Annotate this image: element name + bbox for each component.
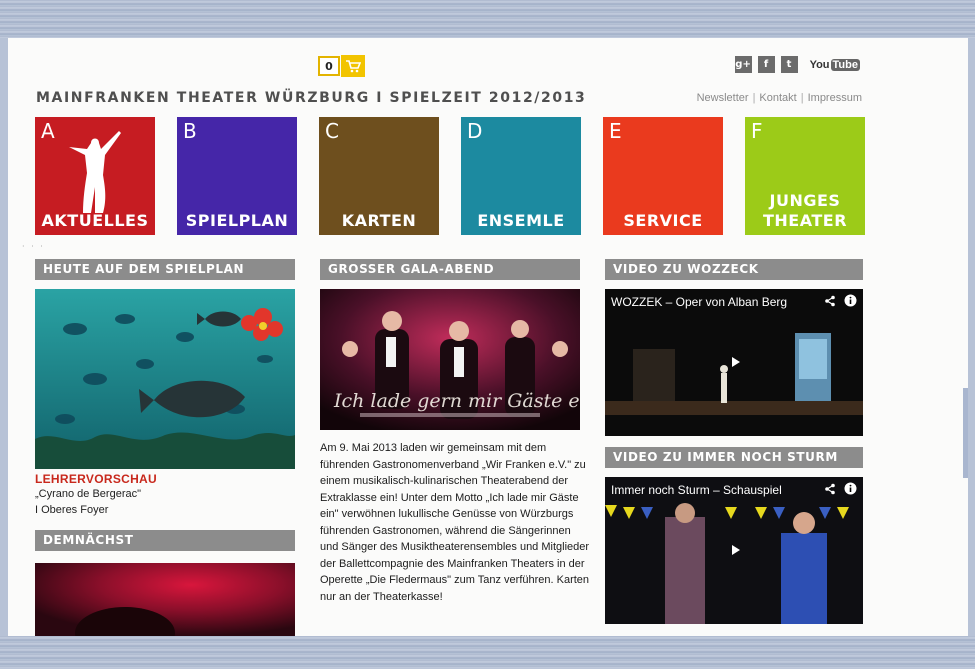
tile-letter: A — [41, 119, 55, 143]
tile-label-line2: THEATER — [762, 211, 848, 230]
website-page: 0 g+ f t You Tube MAINFRANKEN THEATER WÜ… — [8, 38, 968, 636]
dancer-silhouette-icon — [69, 131, 121, 213]
gala-image[interactable]: Ich lade gern mir Gäste ein — [320, 289, 580, 430]
tile-label: SERVICE — [623, 211, 703, 230]
decorative-dots: · · · — [22, 242, 45, 251]
gala-caption-script: Ich lade gern mir Gäste ein — [333, 390, 580, 412]
gala-photo: Ich lade gern mir Gäste ein — [320, 289, 580, 430]
bottom-border-band — [0, 636, 975, 669]
demnaechst-image[interactable] — [35, 563, 295, 636]
lehrervorschau-teaser[interactable]: LEHRERVORSCHAU „Cyrano de Bergerac" I Ob… — [35, 472, 157, 518]
twitter-icon[interactable]: t — [780, 56, 798, 73]
lehrervorschau-title[interactable]: LEHRERVORSCHAU — [35, 472, 157, 486]
video-controls — [824, 294, 857, 311]
meta-links: Newsletter | Kontakt | Impressum — [696, 92, 862, 104]
gala-description: Am 9. Mai 2013 laden wir gemeinsam mit d… — [320, 442, 590, 603]
tile-label: KARTEN — [341, 211, 417, 230]
tile-letter: B — [183, 119, 197, 143]
cyrano-image[interactable] — [35, 289, 295, 469]
nav-tile-karten[interactable]: C KARTEN — [319, 117, 439, 235]
info-icon[interactable] — [844, 482, 857, 499]
play-icon[interactable] — [732, 357, 740, 367]
youtube-icon[interactable]: You Tube — [809, 58, 860, 71]
tile-label: SPIELPLAN — [185, 211, 289, 230]
section-heading-heute: HEUTE AUF DEM SPIELPLAN — [35, 259, 295, 280]
tile-label: JUNGES THEATER — [745, 191, 865, 231]
section-heading-demnaechst: DEMNÄCHST — [35, 530, 295, 551]
site-title[interactable]: MAINFRANKEN THEATER WÜRZBURG I SPIELZEIT… — [36, 90, 586, 106]
video-player-wozzeck[interactable]: WOZZEK – Oper von Alban Berg — [605, 289, 863, 436]
lehrervorschau-location: I Oberes Foyer — [35, 504, 109, 516]
section-heading-video-wozzeck: VIDEO ZU WOZZECK — [605, 259, 863, 280]
share-icon[interactable] — [824, 483, 836, 499]
nav-tile-service[interactable]: E SERVICE — [603, 117, 723, 235]
cart-icon[interactable] — [341, 55, 365, 77]
cart-count: 0 — [318, 56, 340, 76]
video-title: WOZZEK – Oper von Alban Berg — [611, 295, 788, 309]
scrollbar-accent[interactable] — [963, 388, 968, 478]
tile-label-line1: JUNGES — [769, 191, 841, 210]
info-icon[interactable] — [844, 294, 857, 311]
demnaechst-photo — [35, 563, 295, 636]
nav-tile-ensemle[interactable]: D ENSEMLE — [461, 117, 581, 235]
youtube-tube: Tube — [830, 58, 860, 71]
video-title: Immer noch Sturm – Schauspiel — [611, 483, 782, 497]
newsletter-link[interactable]: Newsletter — [697, 92, 749, 104]
tile-letter: D — [467, 119, 483, 143]
video-controls — [824, 482, 857, 499]
underwater-illustration — [35, 289, 295, 469]
section-heading-gala: GROSSER GALA-ABEND — [320, 259, 580, 280]
nav-tile-spielplan[interactable]: B SPIELPLAN — [177, 117, 297, 235]
video-player-immer-noch-sturm[interactable]: Immer noch Sturm – Schauspiel — [605, 477, 863, 624]
google-plus-icon[interactable]: g+ — [734, 56, 752, 73]
tile-label: AKTUELLES — [41, 211, 149, 230]
social-links: g+ f t You Tube — [734, 56, 860, 73]
tile-label: ENSEMLE — [477, 211, 565, 230]
nav-tile-aktuelles[interactable]: A AKTUELLES — [35, 117, 155, 235]
lehrervorschau-play: „Cyrano de Bergerac" — [35, 488, 142, 500]
share-icon[interactable] — [824, 295, 836, 311]
play-icon[interactable] — [732, 545, 740, 555]
section-heading-video-sturm: VIDEO ZU IMMER NOCH STURM — [605, 447, 863, 468]
tile-letter: F — [751, 119, 763, 143]
shopping-cart[interactable]: 0 — [318, 55, 365, 77]
tile-letter: C — [325, 119, 339, 143]
top-border-band — [0, 0, 975, 38]
nav-tile-junges-theater[interactable]: F JUNGES THEATER — [745, 117, 865, 235]
impressum-link[interactable]: Impressum — [808, 92, 862, 104]
tile-letter: E — [609, 119, 622, 143]
youtube-you: You — [809, 58, 830, 71]
facebook-icon[interactable]: f — [757, 56, 775, 73]
kontakt-link[interactable]: Kontakt — [759, 92, 796, 104]
